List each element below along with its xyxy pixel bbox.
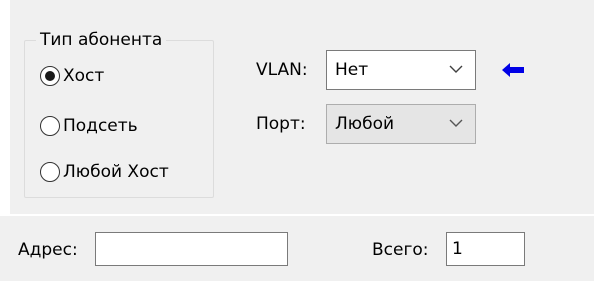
radio-button-checked[interactable] [40,66,60,86]
chevron-down-icon [449,119,463,127]
divider [0,214,594,216]
total-input[interactable]: 1 [446,232,525,266]
chevron-down-icon [449,65,463,73]
radio-any-host[interactable]: Любой Хост [40,160,169,184]
total-value: 1 [452,239,463,259]
total-label: Всего: [372,240,429,260]
port-label: Порт: [256,114,306,134]
vlan-value: Нет [335,60,369,80]
radio-any-host-label: Любой Хост [63,162,169,182]
subscriber-type-title: Тип абонента [36,30,167,50]
arrow-left-icon [502,63,524,77]
radio-button[interactable] [40,116,60,136]
vlan-select[interactable]: Нет [326,50,476,90]
port-select[interactable]: Любой [326,104,476,144]
port-value: Любой [335,114,395,134]
radio-button[interactable] [40,162,60,182]
radio-host-label: Хост [63,66,105,86]
radio-subnet[interactable]: Подсеть [40,114,138,138]
radio-subnet-label: Подсеть [63,116,138,136]
address-input[interactable] [95,232,288,266]
vlan-label: VLAN: [256,60,308,80]
address-label: Адрес: [18,240,78,260]
radio-host[interactable]: Хост [40,64,104,88]
